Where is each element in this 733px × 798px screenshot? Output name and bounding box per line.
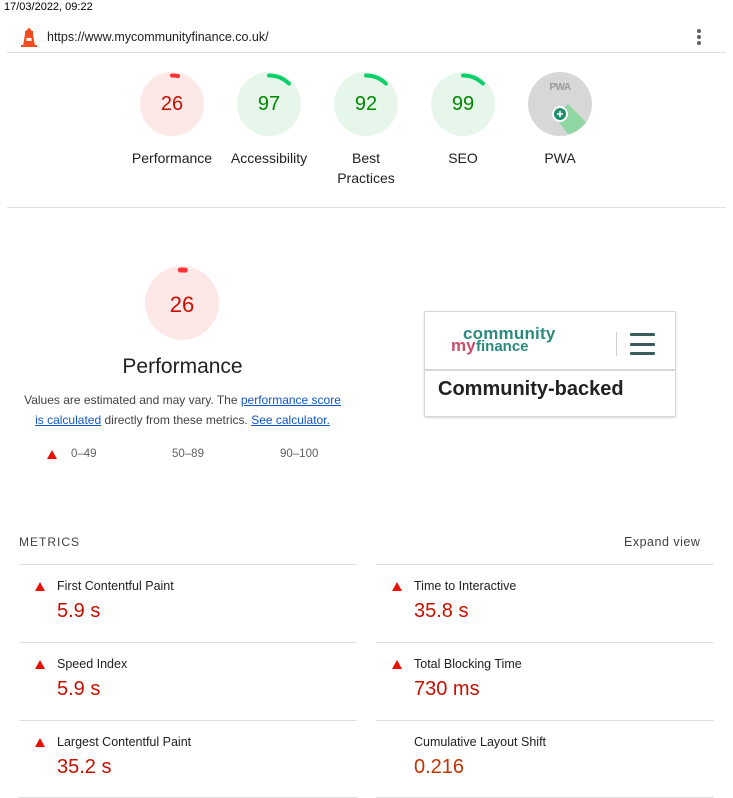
metric-label: Cumulative Layout Shift: [414, 735, 547, 749]
gauge-circle: 92: [334, 72, 398, 136]
gauge-score: 97: [257, 93, 281, 115]
fail-triangle-icon: [35, 582, 45, 591]
expand-view-button[interactable]: Expand view: [624, 535, 700, 549]
performance-score: 26: [169, 292, 195, 317]
gauge-pwa[interactable]: PWA PWA: [512, 72, 608, 168]
metric-first-contentful-paint: First Contentful Paint 5.9 s: [19, 564, 357, 642]
gauges-divider: [7, 207, 726, 208]
pwa-badge-text: PWA: [549, 82, 571, 93]
lighthouse-icon: [20, 27, 38, 47]
legend-pass: 90–100: [280, 448, 318, 460]
metric-divider: [376, 720, 714, 721]
metric-cumulative-layout-shift: Cumulative Layout Shift 0.216: [376, 720, 714, 798]
metric-value: 730 ms: [414, 678, 480, 700]
performance-gauge-large: 26: [145, 266, 219, 340]
metric-time-to-interactive: Time to Interactive 35.8 s: [376, 564, 714, 642]
metric-divider: [19, 564, 357, 565]
gauge-accessibility[interactable]: 97 Accessibility: [221, 72, 317, 168]
report-timestamp: 17/03/2022, 09:22: [4, 1, 93, 13]
metric-divider: [19, 642, 357, 643]
fail-triangle-icon: [392, 660, 402, 669]
fail-triangle-icon: [47, 449, 57, 459]
metric-total-blocking-time: Total Blocking Time 730 ms: [376, 642, 714, 720]
metric-divider: [376, 642, 714, 643]
metric-value: 5.9 s: [57, 600, 101, 622]
gauge-seo[interactable]: 99 SEO: [415, 72, 511, 168]
metric-divider: [376, 564, 714, 565]
metric-value: 0.216: [414, 756, 465, 778]
description-text: Values are estimated and may vary. The: [24, 393, 241, 407]
screenshot-divider: [425, 369, 675, 371]
gauge-circle: 26: [140, 72, 204, 136]
metric-divider: [19, 720, 357, 721]
legend-pass-label: 90–100: [280, 448, 319, 460]
screenshot-headline: Community-backed: [438, 378, 624, 400]
fail-triangle-icon: [35, 738, 45, 747]
metric-value: 35.2 s: [57, 756, 112, 778]
gauge-label: PWA: [544, 150, 576, 166]
gauge-score: 26: [160, 93, 184, 115]
legend-fail-label: 0–49: [71, 448, 97, 460]
performance-description: Values are estimated and may vary. The p…: [20, 390, 345, 430]
gauge-score: 92: [354, 93, 378, 115]
see-calculator-link[interactable]: See calculator.: [251, 413, 330, 427]
metric-label: Total Blocking Time: [414, 657, 522, 671]
description-text-2: directly from these metrics.: [101, 413, 252, 427]
gauge-score: 99: [451, 93, 475, 115]
gauge-circle: 99: [431, 72, 495, 136]
logo-finance-text: finance: [476, 338, 529, 355]
fail-triangle-icon: [392, 582, 402, 591]
metric-value: 5.9 s: [57, 678, 101, 700]
header-divider: [7, 52, 726, 53]
legend-fail: 0–49: [47, 448, 97, 460]
gauge-best-practices[interactable]: 92 Best Practices: [318, 72, 414, 188]
metric-label: First Contentful Paint: [57, 579, 174, 593]
page-screenshot-thumbnail[interactable]: community my finance Community-backed: [424, 311, 676, 417]
more-options-icon[interactable]: [692, 27, 706, 47]
gauge-circle: PWA: [528, 72, 592, 136]
fail-triangle-icon: [35, 660, 45, 669]
metric-label: Largest Contentful Paint: [57, 735, 192, 749]
logo-my-text: my: [451, 336, 476, 355]
report-url[interactable]: https://www.mycommunityfinance.co.uk/: [47, 30, 269, 44]
metric-label: Speed Index: [57, 657, 128, 671]
gauge-label: Best Practices: [337, 150, 395, 186]
performance-title: Performance: [122, 355, 243, 378]
legend-average-label: 50–89: [172, 448, 204, 460]
menu-separator: [616, 332, 617, 356]
gauge-performance[interactable]: 26 Performance: [124, 72, 220, 168]
legend-average: 50–89: [172, 448, 204, 460]
gauge-label: SEO: [448, 150, 478, 166]
metrics-section-title: METRICS: [19, 535, 80, 549]
gauge-label: Performance: [131, 150, 213, 166]
metric-largest-contentful-paint: Largest Contentful Paint 35.2 s: [19, 720, 357, 798]
gauge-label: Accessibility: [230, 150, 308, 166]
metric-label: Time to Interactive: [414, 579, 517, 593]
hamburger-menu-icon: [630, 333, 655, 355]
metric-value: 35.8 s: [414, 600, 469, 622]
gauge-circle: 97: [237, 72, 301, 136]
metric-speed-index: Speed Index 5.9 s: [19, 642, 357, 720]
